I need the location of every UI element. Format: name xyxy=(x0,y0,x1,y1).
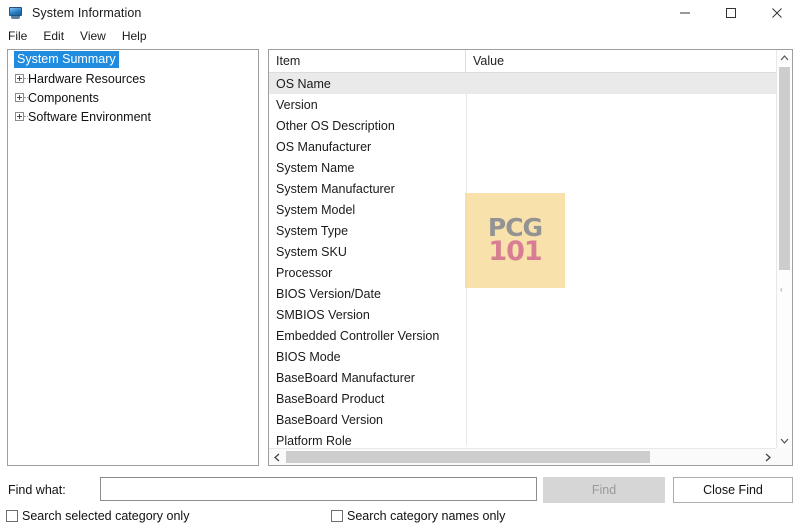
menu-item-help[interactable]: Help xyxy=(122,28,155,44)
table-row[interactable]: Embedded Controller Version xyxy=(269,325,776,346)
table-row[interactable]: OS Manufacturer xyxy=(269,136,776,157)
table-row[interactable]: Version xyxy=(269,94,776,115)
window-controls xyxy=(662,0,800,26)
table-row[interactable]: SMBIOS Version xyxy=(269,304,776,325)
tree-item-hardware-resources[interactable]: Hardware Resources xyxy=(8,69,258,88)
tree-item-software-environment[interactable]: Software Environment xyxy=(8,107,258,126)
tree-item-system-summary[interactable]: System Summary xyxy=(8,50,258,69)
cell-item: System Model xyxy=(276,202,356,217)
menu-item-edit[interactable]: Edit xyxy=(43,28,72,44)
details-list-panel: Item Value OS Name Version Other OS Desc… xyxy=(268,49,793,466)
cell-item: Processor xyxy=(276,265,333,280)
cell-item: BaseBoard Manufacturer xyxy=(276,370,415,385)
scroll-mid-marker-icon: ‹ xyxy=(780,285,783,294)
checkbox-label: Search category names only xyxy=(347,509,506,523)
search-category-names-checkbox-row[interactable]: Search category names only xyxy=(331,509,505,523)
maximize-icon xyxy=(726,8,736,18)
table-row[interactable]: BIOS Version/Date xyxy=(269,283,776,304)
table-row[interactable]: Platform Role xyxy=(269,430,776,446)
computer-icon xyxy=(8,5,24,21)
checkbox-label: Search selected category only xyxy=(22,509,190,523)
tree-item-label: Components xyxy=(28,90,99,105)
horizontal-scrollbar[interactable] xyxy=(269,448,776,465)
cell-item: SMBIOS Version xyxy=(276,307,370,322)
table-row[interactable]: System Manufacturer xyxy=(269,178,776,199)
find-what-label: Find what: xyxy=(8,483,66,497)
table-row[interactable]: Other OS Description xyxy=(269,115,776,136)
table-row[interactable]: Processor xyxy=(269,262,776,283)
close-find-button[interactable]: Close Find xyxy=(673,477,793,503)
column-header-value[interactable]: Value xyxy=(466,50,776,72)
cell-item: System SKU xyxy=(276,244,347,259)
tree-item-label: Software Environment xyxy=(28,109,151,124)
cell-item: BaseBoard Version xyxy=(276,412,384,427)
plus-expand-icon[interactable] xyxy=(12,88,28,107)
window-title: System Information xyxy=(32,6,142,20)
horizontal-scroll-thumb[interactable] xyxy=(286,451,650,463)
find-button[interactable]: Find xyxy=(543,477,665,503)
minimize-icon xyxy=(680,12,690,14)
cell-item: Version xyxy=(276,97,318,112)
vertical-scrollbar[interactable]: ‹ xyxy=(776,50,792,449)
cell-item: System Name xyxy=(276,160,355,175)
scrollbar-corner xyxy=(776,448,792,465)
plus-expand-icon[interactable] xyxy=(12,69,28,88)
table-row[interactable]: BaseBoard Manufacturer xyxy=(269,367,776,388)
scroll-right-arrow-icon[interactable] xyxy=(760,449,776,465)
scroll-left-arrow-icon[interactable] xyxy=(269,449,285,465)
table-row[interactable]: System SKU xyxy=(269,241,776,262)
close-icon xyxy=(772,8,782,18)
cell-item: Platform Role xyxy=(276,433,352,446)
minimize-button[interactable] xyxy=(662,0,708,26)
cell-item: BaseBoard Product xyxy=(276,391,385,406)
menu-bar: File Edit View Help xyxy=(0,26,800,46)
table-row[interactable]: BIOS Mode xyxy=(269,346,776,367)
list-header: Item Value xyxy=(269,50,776,73)
table-row[interactable]: BaseBoard Version xyxy=(269,409,776,430)
find-input[interactable] xyxy=(100,477,537,501)
checkbox-icon[interactable] xyxy=(6,510,18,522)
table-row[interactable]: BaseBoard Product xyxy=(269,388,776,409)
table-row[interactable]: OS Name xyxy=(269,73,776,94)
cell-item: System Manufacturer xyxy=(276,181,395,196)
scroll-down-arrow-icon[interactable] xyxy=(777,433,792,449)
table-row[interactable]: System Model xyxy=(269,199,776,220)
search-selected-category-checkbox-row[interactable]: Search selected category only xyxy=(6,509,189,523)
category-tree-panel: System Summary Hardware Resources Compon… xyxy=(7,49,259,466)
maximize-button[interactable] xyxy=(708,0,754,26)
cell-item: BIOS Mode xyxy=(276,349,341,364)
title-bar: System Information xyxy=(0,0,800,26)
plus-expand-icon[interactable] xyxy=(12,107,28,126)
menu-item-view[interactable]: View xyxy=(80,28,114,44)
checkbox-icon[interactable] xyxy=(331,510,343,522)
table-row[interactable]: System Type xyxy=(269,220,776,241)
tree-item-label: Hardware Resources xyxy=(28,71,146,86)
cell-item: Embedded Controller Version xyxy=(276,328,440,343)
tree-item-components[interactable]: Components xyxy=(8,88,258,107)
cell-item: Other OS Description xyxy=(276,118,395,133)
vertical-scroll-thumb[interactable] xyxy=(779,67,790,270)
cell-item: BIOS Version/Date xyxy=(276,286,381,301)
cell-item: System Type xyxy=(276,223,349,238)
column-header-item[interactable]: Item xyxy=(269,50,466,72)
tree-item-label: System Summary xyxy=(14,51,119,68)
table-row[interactable]: System Name xyxy=(269,157,776,178)
close-button[interactable] xyxy=(754,0,800,26)
cell-item: OS Name xyxy=(276,76,331,91)
menu-item-file[interactable]: File xyxy=(8,28,35,44)
list-rows: OS Name Version Other OS Description OS … xyxy=(269,73,776,445)
scroll-up-arrow-icon[interactable] xyxy=(777,50,792,66)
cell-item: OS Manufacturer xyxy=(276,139,372,154)
